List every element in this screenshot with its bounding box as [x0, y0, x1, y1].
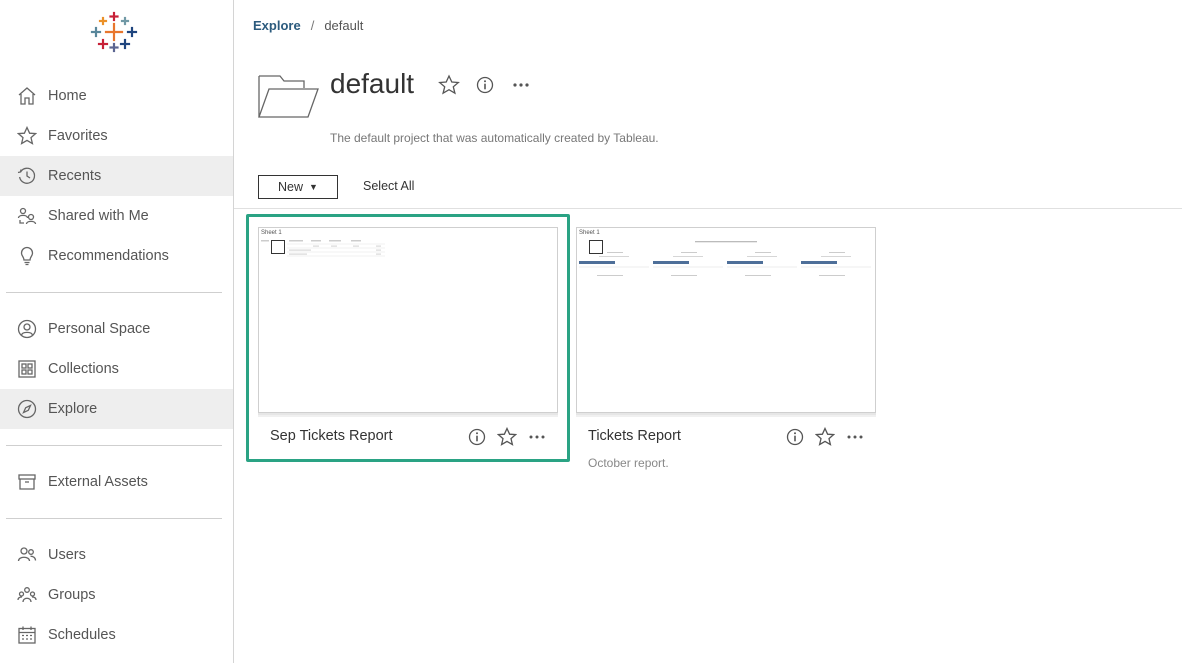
- breadcrumb-current: default: [324, 18, 364, 33]
- sidebar-item-shared-with-me[interactable]: Shared with Me: [0, 196, 233, 236]
- project-description: The default project that was automatical…: [330, 131, 659, 145]
- more-actions-icon[interactable]: [845, 427, 865, 447]
- sidebar-item-label: Personal Space: [48, 321, 151, 337]
- sidebar-item-label: Users: [48, 547, 86, 563]
- sidebar-item-recents[interactable]: Recents: [0, 156, 233, 196]
- archive-icon: [16, 471, 38, 493]
- favorite-star-icon[interactable]: [815, 427, 835, 447]
- page-title: default: [330, 68, 415, 99]
- sidebar-item-explore[interactable]: Explore: [0, 389, 233, 429]
- collections-icon: [16, 358, 38, 380]
- recent-icon: [16, 165, 38, 187]
- sidebar-item-label: Home: [48, 88, 87, 104]
- calendar-icon: [16, 624, 38, 646]
- sidebar: Home Favorites Recents Shared with Me Re…: [0, 0, 234, 663]
- users-icon: [16, 544, 38, 566]
- shared-icon: [16, 205, 38, 227]
- workbook-thumbnail[interactable]: Sheet 1: [576, 227, 876, 413]
- sidebar-item-label: Schedules: [48, 627, 116, 643]
- workbook-name[interactable]: Sep Tickets Report: [270, 428, 393, 444]
- new-button-label: New: [278, 180, 304, 194]
- sidebar-item-groups[interactable]: Groups: [0, 575, 233, 615]
- sidebar-item-home[interactable]: Home: [0, 76, 233, 116]
- sidebar-item-personal-space[interactable]: Personal Space: [0, 309, 233, 349]
- new-button[interactable]: New ▼: [258, 175, 338, 199]
- breadcrumb-separator: /: [310, 18, 315, 33]
- favorite-star-icon[interactable]: [438, 74, 460, 96]
- breadcrumb-explore-link[interactable]: Explore: [253, 18, 301, 33]
- groups-icon: [16, 584, 38, 606]
- breadcrumb: Explore / default: [253, 18, 363, 33]
- thumbnail-sheet-label: Sheet 1: [579, 230, 600, 236]
- thumbnail-table-preview: [261, 240, 385, 257]
- workbook-thumbnail[interactable]: Sheet 1: [258, 227, 558, 413]
- more-actions-icon[interactable]: [527, 427, 547, 447]
- workbook-name[interactable]: Tickets Report: [588, 428, 681, 444]
- sidebar-item-schedules[interactable]: Schedules: [0, 615, 233, 655]
- toolbar-divider: [234, 208, 1182, 209]
- sidebar-item-label: External Assets: [48, 474, 148, 490]
- home-icon: [16, 85, 38, 107]
- sidebar-item-label: Collections: [48, 361, 119, 377]
- sidebar-item-users[interactable]: Users: [0, 535, 233, 575]
- info-icon[interactable]: [785, 427, 805, 447]
- sidebar-item-label: Recents: [48, 168, 102, 184]
- info-icon[interactable]: [467, 427, 487, 447]
- workbook-description: October report.: [588, 456, 669, 470]
- sidebar-divider: [6, 445, 222, 446]
- sidebar-item-label: Shared with Me: [48, 208, 149, 224]
- lightbulb-icon: [16, 245, 38, 267]
- person-icon: [16, 318, 38, 340]
- select-all-button[interactable]: Select All: [363, 179, 414, 193]
- star-icon: [16, 125, 38, 147]
- thumbnail-sheet-label: Sheet 1: [261, 230, 282, 236]
- info-icon[interactable]: [475, 75, 495, 95]
- caret-down-icon: ▼: [309, 182, 318, 192]
- sidebar-divider: [6, 518, 222, 519]
- sidebar-divider: [6, 292, 222, 293]
- sidebar-item-label: Explore: [48, 401, 98, 417]
- sidebar-item-label: Recommendations: [48, 248, 169, 264]
- sidebar-item-label: Favorites: [48, 128, 108, 144]
- sidebar-item-label: Groups: [48, 587, 96, 603]
- sidebar-item-recommendations[interactable]: Recommendations: [0, 236, 233, 276]
- tableau-logo-icon[interactable]: [90, 10, 138, 54]
- favorite-star-icon[interactable]: [497, 427, 517, 447]
- folder-icon: [258, 75, 319, 118]
- sidebar-item-collections[interactable]: Collections: [0, 349, 233, 389]
- thumbnail-bar-chart-preview: [579, 241, 871, 276]
- compass-icon: [16, 398, 38, 420]
- sidebar-item-external-assets[interactable]: External Assets: [0, 462, 233, 502]
- sidebar-item-favorites[interactable]: Favorites: [0, 116, 233, 156]
- more-actions-icon[interactable]: [510, 75, 532, 95]
